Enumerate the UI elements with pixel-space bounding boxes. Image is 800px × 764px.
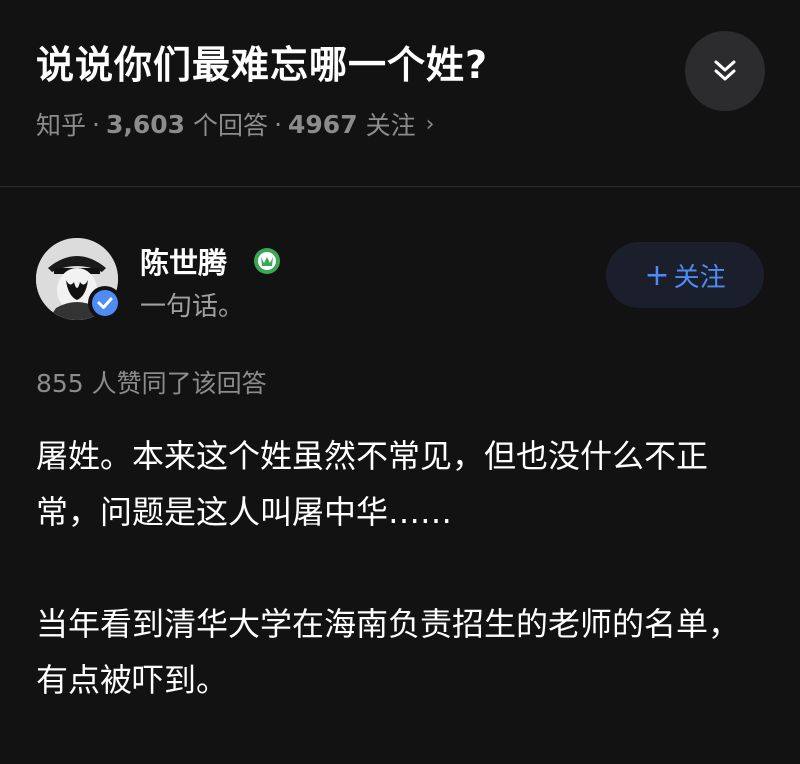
followers-count: 4967 bbox=[288, 109, 358, 139]
green-badge-icon bbox=[254, 248, 280, 274]
answers-label: 个回答 bbox=[193, 111, 269, 140]
followers-label: 关注 bbox=[365, 111, 416, 140]
meta-separator: · bbox=[92, 109, 100, 139]
question-meta: 知乎 · 3,603 个回答 · 4967 关注 › bbox=[36, 106, 434, 142]
author-bio: 一句话。 bbox=[140, 292, 245, 322]
source-label[interactable]: 知乎 bbox=[36, 106, 86, 142]
answer-content: 屠姓。本来这个姓虽然不常见，但也没什么不正常，问题是这人叫屠中华…… 当年看到清… bbox=[36, 428, 766, 764]
author-name[interactable]: 陈世腾 bbox=[140, 240, 227, 282]
author-row: 陈世腾 一句话。 + 关注 bbox=[0, 230, 800, 330]
answers-count: 3,603 bbox=[105, 109, 186, 139]
chevron-double-down-icon bbox=[714, 60, 736, 81]
question-header: 说说你们最难忘哪一个姓? 知乎 · 3,603 个回答 · 4967 关注 › bbox=[0, 0, 800, 187]
question-title[interactable]: 说说你们最难忘哪一个姓? bbox=[36, 34, 488, 89]
likes-count: 855 人赞同了该回答 bbox=[36, 369, 267, 398]
chevron-right-icon[interactable]: › bbox=[426, 112, 435, 137]
collapse-button[interactable] bbox=[685, 31, 765, 111]
follow-label: 关注 bbox=[673, 262, 726, 293]
section-divider bbox=[0, 186, 800, 187]
plus-icon: + bbox=[644, 257, 670, 293]
answer-paragraph: 当年看到清华大学在海南负责招生的老师的名单，有点被吓到。 bbox=[36, 605, 741, 699]
answer-paragraph: 屠姓。本来这个姓虽然不常见，但也没什么不正常，问题是这人叫屠中华…… bbox=[36, 437, 709, 531]
follow-button[interactable]: + 关注 bbox=[606, 242, 764, 308]
verified-check-icon bbox=[88, 286, 122, 320]
meta-separator-2: · bbox=[274, 109, 283, 139]
